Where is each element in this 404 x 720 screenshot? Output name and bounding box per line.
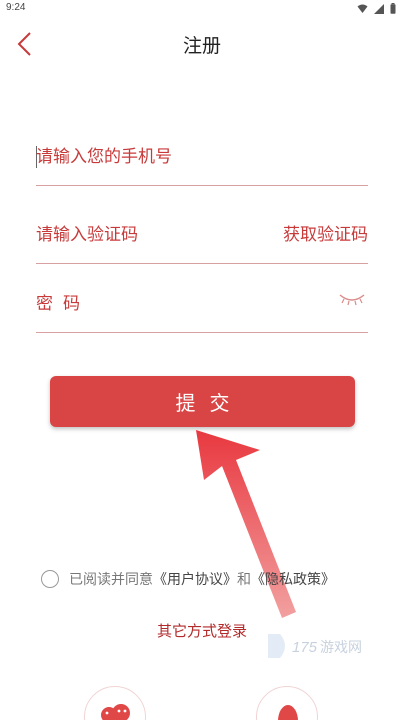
status-icons — [357, 3, 396, 14]
eye-closed-icon[interactable] — [338, 289, 366, 309]
social-a-icon — [101, 704, 130, 720]
agreement-row: 已阅读并同意 《用户协议》 和 《隐私政策》 — [41, 568, 335, 590]
watermark-number: 175 — [292, 639, 318, 656]
nav-bar: 注册 — [0, 18, 404, 70]
verification-code-input[interactable] — [36, 222, 266, 248]
social-login-b-button[interactable] — [256, 686, 318, 720]
signal-icon — [374, 3, 384, 14]
password-input[interactable] — [36, 291, 266, 317]
social-login-a-button[interactable] — [84, 686, 146, 720]
verification-code-field: 获取验证码 — [36, 208, 368, 264]
privacy-policy-link[interactable]: 《隐私政策》 — [251, 569, 335, 589]
get-code-button[interactable]: 获取验证码 — [283, 220, 368, 245]
agreement-text: 已阅读并同意 — [69, 572, 153, 588]
status-bar: 9:24 — [0, 0, 404, 18]
submit-button[interactable]: 提交 — [50, 376, 355, 427]
page-title: 注册 — [182, 35, 221, 57]
status-time: 9:24 — [6, 2, 26, 13]
annotation-arrow-icon — [196, 430, 296, 618]
wifi-icon — [357, 4, 368, 13]
site-watermark: 175 游戏网 — [268, 634, 362, 658]
password-field — [36, 277, 368, 333]
agreement-checkbox[interactable] — [41, 570, 59, 588]
phone-input[interactable] — [36, 144, 266, 170]
battery-icon — [390, 3, 396, 14]
user-agreement-link[interactable]: 《用户协议》 — [153, 569, 237, 589]
watermark-text: 游戏网 — [320, 640, 362, 656]
phone-field — [36, 130, 368, 186]
agreement-and: 和 — [237, 572, 251, 588]
social-b-icon — [278, 705, 298, 720]
